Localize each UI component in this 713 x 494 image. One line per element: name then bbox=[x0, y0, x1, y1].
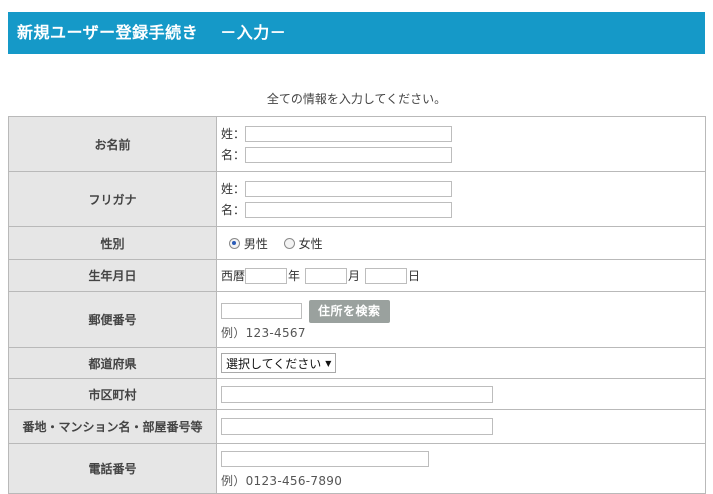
address-input[interactable] bbox=[221, 418, 493, 435]
postal-label: 郵便番号 bbox=[8, 291, 217, 348]
name-mei-prefix: 名： bbox=[221, 148, 246, 162]
phone-cell: 例）0123-456-7890 bbox=[216, 443, 706, 494]
page-subtitle: －入力－ bbox=[220, 23, 287, 42]
name-cell: 姓： 名： bbox=[216, 116, 706, 172]
city-label: 市区町村 bbox=[8, 378, 217, 410]
birth-era: 西暦 bbox=[221, 269, 246, 283]
radio-unchecked-icon bbox=[283, 237, 295, 249]
birth-year-suffix: 年 bbox=[288, 269, 301, 283]
birth-month-suffix: 月 bbox=[348, 269, 361, 283]
gender-female-label: 女性 bbox=[298, 236, 323, 251]
phone-input[interactable] bbox=[221, 450, 429, 467]
gender-male-label: 男性 bbox=[243, 236, 268, 251]
furigana-sei-prefix: 姓： bbox=[221, 182, 246, 196]
gender-female-radio[interactable]: 女性 bbox=[283, 235, 323, 252]
address-search-button[interactable]: 住所を検索 bbox=[309, 299, 390, 323]
furigana-label: フリガナ bbox=[8, 171, 217, 227]
gender-cell: 男性 女性 bbox=[216, 226, 706, 260]
prefecture-label: 都道府県 bbox=[8, 347, 217, 379]
birth-day-suffix: 日 bbox=[408, 269, 421, 283]
birth-label: 生年月日 bbox=[8, 259, 217, 292]
registration-form: お名前 姓： 名： フリガナ 姓： 名： 性別 男性 女性 生年月日 西暦 年 bbox=[8, 116, 706, 494]
intro-text: 全ての情報を入力してください。 bbox=[266, 92, 447, 106]
birth-year-input[interactable] bbox=[245, 267, 288, 284]
name-mei-input[interactable] bbox=[245, 146, 452, 163]
postal-example: 例）123-4567 bbox=[221, 326, 306, 340]
furigana-mei-prefix: 名： bbox=[221, 203, 246, 217]
birth-month-input[interactable] bbox=[305, 267, 348, 284]
furigana-mei-input[interactable] bbox=[245, 201, 452, 218]
name-label: お名前 bbox=[8, 116, 217, 172]
radio-checked-icon bbox=[228, 237, 240, 249]
furigana-cell: 姓： 名： bbox=[216, 171, 706, 227]
birth-cell: 西暦 年 月 日 bbox=[216, 259, 706, 292]
prefecture-cell: 選択してください ▼ bbox=[216, 347, 706, 379]
address-cell bbox=[216, 409, 706, 444]
phone-example: 例）0123-456-7890 bbox=[221, 474, 343, 488]
page-header: 新規ユーザー登録手続き －入力－ bbox=[8, 12, 705, 54]
name-sei-prefix: 姓： bbox=[221, 127, 246, 141]
chevron-down-icon: ▼ bbox=[325, 358, 332, 368]
city-input[interactable] bbox=[221, 385, 493, 403]
postal-cell: 住所を検索 例）123-4567 bbox=[216, 291, 706, 348]
phone-label: 電話番号 bbox=[8, 443, 217, 494]
prefecture-select[interactable]: 選択してください ▼ bbox=[221, 353, 337, 373]
furigana-sei-input[interactable] bbox=[245, 180, 452, 197]
birth-day-input[interactable] bbox=[365, 267, 408, 284]
prefecture-selected-value: 選択してください bbox=[226, 356, 322, 371]
city-cell bbox=[216, 378, 706, 410]
gender-male-radio[interactable]: 男性 bbox=[228, 235, 268, 252]
name-sei-input[interactable] bbox=[245, 125, 452, 142]
gender-label: 性別 bbox=[8, 226, 217, 260]
address-label: 番地・マンション名・部屋番号等 bbox=[8, 409, 217, 444]
postal-input[interactable] bbox=[221, 303, 302, 319]
page-title: 新規ユーザー登録手続き bbox=[17, 23, 199, 42]
